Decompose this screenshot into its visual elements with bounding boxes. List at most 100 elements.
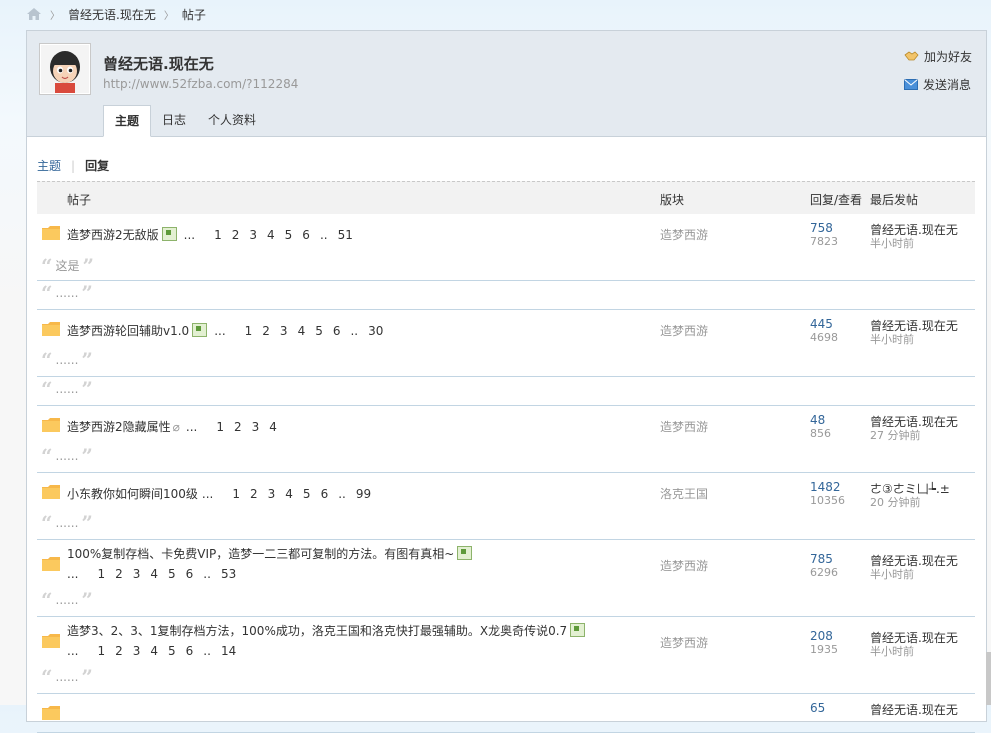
page-link[interactable]: 6 xyxy=(302,228,310,242)
page-link[interactable]: 5 xyxy=(285,228,293,242)
last-post-time[interactable]: 27 分钟前 xyxy=(870,427,921,443)
tab-profile[interactable]: 个人资料 xyxy=(197,105,267,135)
page-link[interactable]: 4 xyxy=(267,228,275,242)
post-title-link[interactable]: 小东教你如何瞬间100级 xyxy=(67,487,198,501)
view-count: 10356 xyxy=(810,494,845,507)
post-forum-link[interactable]: 洛克王国 xyxy=(660,485,708,502)
page-link[interactable]: 51 xyxy=(338,228,353,242)
page-link[interactable]: .. xyxy=(350,324,358,338)
page-link[interactable]: 2 xyxy=(262,324,270,338)
pagination-ellipsis: ... xyxy=(183,228,196,242)
column-stats: 回复/查看 xyxy=(810,193,863,207)
page-link[interactable]: 5 xyxy=(168,567,176,581)
last-post-time[interactable]: 半小时前 xyxy=(870,235,914,251)
quote-text-link[interactable]: ...... xyxy=(56,286,79,300)
quote-text-link[interactable]: ...... xyxy=(56,670,79,684)
reply-count[interactable]: 65 xyxy=(810,701,825,715)
page-link[interactable]: 1 xyxy=(97,567,105,581)
page-link[interactable]: 6 xyxy=(186,567,194,581)
subtab-topics[interactable]: 主题 xyxy=(37,157,61,174)
page-link[interactable]: 5 xyxy=(315,324,323,338)
reply-count[interactable]: 1482 xyxy=(810,480,841,494)
reply-count[interactable]: 48 xyxy=(810,413,825,427)
page-link[interactable]: .. xyxy=(203,567,211,581)
page-link[interactable]: 5 xyxy=(303,487,311,501)
reply-count[interactable]: 445 xyxy=(810,317,833,331)
post-title-link[interactable]: 造梦西游2隐藏属性 xyxy=(67,420,171,434)
close-quote-icon: ” xyxy=(81,511,93,535)
last-post-time[interactable]: 半小时前 xyxy=(870,643,914,659)
page-link[interactable]: 2 xyxy=(115,567,123,581)
tab-topics[interactable]: 主题 xyxy=(103,105,152,137)
page-link[interactable]: 2 xyxy=(232,228,240,242)
page-link[interactable]: 1 xyxy=(214,228,222,242)
page-link[interactable]: 4 xyxy=(150,644,158,658)
quote-text-link[interactable]: ...... xyxy=(56,449,79,463)
profile-url[interactable]: http://www.52fzba.com/?112284 xyxy=(103,77,298,91)
quote-text-link[interactable]: ...... xyxy=(56,353,79,367)
last-post-time[interactable]: 半小时前 xyxy=(870,331,914,347)
page-link[interactable]: 4 xyxy=(150,567,158,581)
table-row: 造梦3、2、3、1复制存档方法，100%成功，洛克王国和洛克快打最强辅助。X龙奥… xyxy=(37,617,975,694)
post-forum-link[interactable]: 造梦西游 xyxy=(660,557,708,574)
post-forum-link[interactable]: 造梦西游 xyxy=(660,634,708,651)
close-quote-icon: ” xyxy=(81,665,93,689)
page-link[interactable]: 4 xyxy=(298,324,306,338)
quote-text-link[interactable]: ...... xyxy=(56,382,79,396)
view-count: 7823 xyxy=(810,235,838,248)
table-row: 造梦西游2无敌版... 1 2 3 4 5 6.. 51 造梦西游 758 7823 曾经无语.现在无… xyxy=(37,214,975,310)
quote-text-link[interactable]: ...... xyxy=(56,593,79,607)
page-link[interactable]: 2 xyxy=(234,420,242,434)
page-link[interactable]: 6 xyxy=(321,487,329,501)
page-link[interactable]: 30 xyxy=(368,324,383,338)
page-link[interactable]: 5 xyxy=(168,644,176,658)
page-link[interactable]: 2 xyxy=(115,644,123,658)
page-link[interactable]: 1 xyxy=(216,420,224,434)
quote-text-link[interactable]: ...... xyxy=(56,516,79,530)
subtab-replies[interactable]: 回复 xyxy=(85,157,109,174)
page-link[interactable]: 14 xyxy=(221,644,236,658)
tab-blog[interactable]: 日志 xyxy=(151,105,197,135)
quote-text-link[interactable]: 这是 xyxy=(56,257,80,274)
send-message-button[interactable]: 发送消息 xyxy=(903,75,972,93)
add-friend-button[interactable]: 加为好友 xyxy=(904,47,972,65)
post-forum-link[interactable]: 造梦西游 xyxy=(660,322,708,339)
page-link[interactable]: 3 xyxy=(280,324,288,338)
last-poster-link[interactable]: 曾经无语.现在无 xyxy=(870,701,958,718)
reply-count[interactable]: 208 xyxy=(810,629,833,643)
post-title-link[interactable]: 造梦西游轮回辅助v1.0 xyxy=(67,324,189,338)
page-link[interactable]: 1 xyxy=(245,324,253,338)
home-icon[interactable] xyxy=(26,7,42,21)
last-post-time[interactable]: 20 分钟前 xyxy=(870,494,921,510)
page-link[interactable]: 6 xyxy=(333,324,341,338)
page-link[interactable]: 4 xyxy=(285,487,293,501)
page-link[interactable]: 1 xyxy=(97,644,105,658)
page-link[interactable]: 3 xyxy=(133,644,141,658)
last-post-time[interactable]: 半小时前 xyxy=(870,566,914,582)
post-forum-link[interactable]: 造梦西游 xyxy=(660,418,708,435)
page-link[interactable]: .. xyxy=(203,644,211,658)
page-link[interactable]: .. xyxy=(320,228,328,242)
page-link[interactable]: 3 xyxy=(252,420,260,434)
page-link[interactable]: 53 xyxy=(221,567,236,581)
post-title-link[interactable]: 造梦3、2、3、1复制存档方法，100%成功，洛克王国和洛克快打最强辅助。X龙奥… xyxy=(67,624,567,638)
page-link[interactable]: .. xyxy=(338,487,346,501)
post-forum-link[interactable]: 造梦西游 xyxy=(660,226,708,243)
page-link[interactable]: 4 xyxy=(269,420,277,434)
post-title-link[interactable]: 造梦西游2无敌版 xyxy=(67,228,159,242)
breadcrumb-user-link[interactable]: 曾经无语.现在无 xyxy=(68,6,156,23)
post-title-link[interactable]: 100%复制存档、卡免费VIP，造梦一二三都可复制的方法。有图有真相~ xyxy=(67,547,454,561)
page-link[interactable]: 1 xyxy=(232,487,240,501)
page-link[interactable]: 3 xyxy=(249,228,257,242)
page-link[interactable]: 2 xyxy=(250,487,258,501)
page-link[interactable]: 6 xyxy=(186,644,194,658)
reply-count[interactable]: 758 xyxy=(810,221,833,235)
table-header: 帖子 版块 回复/查看 最后发帖 xyxy=(37,181,975,214)
column-last-post: 最后发帖 xyxy=(870,193,919,207)
page-link[interactable]: 3 xyxy=(268,487,276,501)
scrollbar[interactable] xyxy=(986,652,991,705)
page-link[interactable]: 99 xyxy=(356,487,371,501)
reply-count[interactable]: 785 xyxy=(810,552,833,566)
page-link[interactable]: 3 xyxy=(133,567,141,581)
avatar[interactable] xyxy=(39,43,91,95)
